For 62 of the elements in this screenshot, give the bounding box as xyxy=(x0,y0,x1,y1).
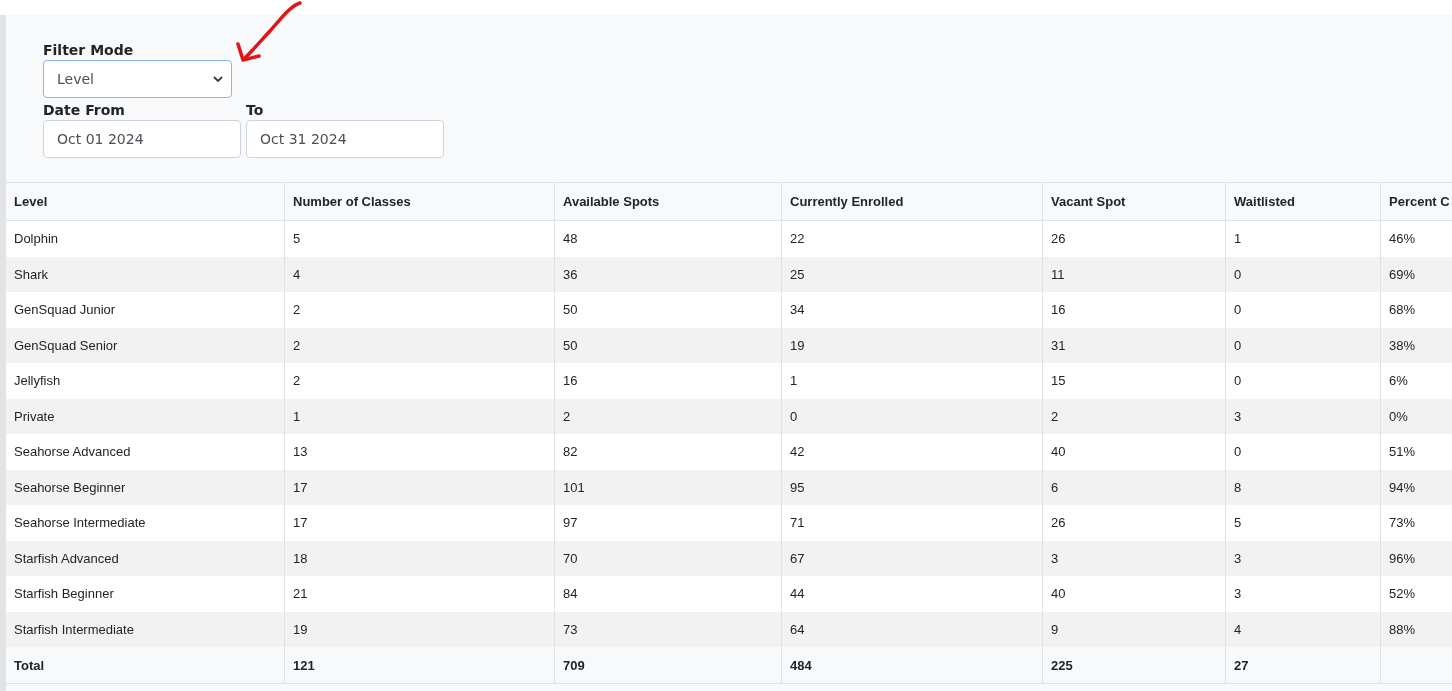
table-cell: 50 xyxy=(555,327,782,363)
table-cell: 67 xyxy=(782,540,1043,576)
table-cell: 95 xyxy=(782,469,1043,505)
table-cell: 8 xyxy=(1226,469,1381,505)
table-cell: 19 xyxy=(782,327,1043,363)
table-cell: 25 xyxy=(782,256,1043,292)
table-cell: 18 xyxy=(285,540,555,576)
table-cell: 0 xyxy=(1226,327,1381,363)
column-header: Level xyxy=(6,183,285,221)
date-from-field[interactable]: Oct 01 2024 xyxy=(43,120,241,158)
column-header: Number of Classes xyxy=(285,183,555,221)
table-cell: 64 xyxy=(782,611,1043,647)
table-cell: Private xyxy=(6,398,285,434)
table-cell: 94% xyxy=(1381,469,1452,505)
table-cell: 4 xyxy=(285,256,555,292)
column-header: Available Spots xyxy=(555,183,782,221)
filter-mode-dropdown[interactable]: Level xyxy=(43,60,232,98)
table-cell: 2 xyxy=(555,398,782,434)
table-cell: 36 xyxy=(555,256,782,292)
table-cell: 88% xyxy=(1381,611,1452,647)
column-header: Currently Enrolled xyxy=(782,183,1043,221)
total-cell: 121 xyxy=(285,647,555,683)
table-cell: 17 xyxy=(285,469,555,505)
table-cell: 70 xyxy=(555,540,782,576)
table-cell: Shark xyxy=(6,256,285,292)
field-label: Date From xyxy=(43,102,126,118)
total-cell: 225 xyxy=(1043,647,1226,683)
table-cell: 96% xyxy=(1381,540,1452,576)
column-header: Vacant Spot xyxy=(1043,183,1226,221)
date-to-field[interactable]: Oct 31 2024 xyxy=(246,120,444,158)
table-cell: 73 xyxy=(555,611,782,647)
table-cell: 0% xyxy=(1381,398,1452,434)
column-header: Percent C xyxy=(1381,183,1452,221)
total-cell: Total xyxy=(6,647,285,683)
table-cell: 0 xyxy=(782,398,1043,434)
total-cell: 709 xyxy=(555,647,782,683)
table-cell: 2 xyxy=(1043,398,1226,434)
table-cell: Starfish Advanced xyxy=(6,540,285,576)
total-cell: 27 xyxy=(1226,647,1381,683)
table-cell: 38% xyxy=(1381,327,1452,363)
table-cell: 19 xyxy=(285,611,555,647)
table-cell: Seahorse Beginner xyxy=(6,469,285,505)
chevron-down-icon xyxy=(213,75,223,83)
table-cell: 31 xyxy=(1043,327,1226,363)
field-label: To xyxy=(246,102,265,118)
table-cell: 6 xyxy=(1043,469,1226,505)
field-label: Filter Mode xyxy=(43,42,135,58)
table-cell: 4 xyxy=(1226,611,1381,647)
table-cell: 9 xyxy=(1043,611,1226,647)
table-cell: 69% xyxy=(1381,256,1452,292)
table-cell: 3 xyxy=(1043,540,1226,576)
table-cell: 1 xyxy=(285,398,555,434)
total-cell: 484 xyxy=(782,647,1043,683)
table-cell: 0 xyxy=(1226,256,1381,292)
table-cell: 11 xyxy=(1043,256,1226,292)
table-cell: GenSquad Senior xyxy=(6,327,285,363)
table-cell: 3 xyxy=(1226,398,1381,434)
table-cell: Starfish Intermediate xyxy=(6,611,285,647)
table-cell: 101 xyxy=(555,469,782,505)
table-cell: 3 xyxy=(1226,540,1381,576)
table-cell: 2 xyxy=(285,327,555,363)
column-header: Waitlisted xyxy=(1226,183,1381,221)
